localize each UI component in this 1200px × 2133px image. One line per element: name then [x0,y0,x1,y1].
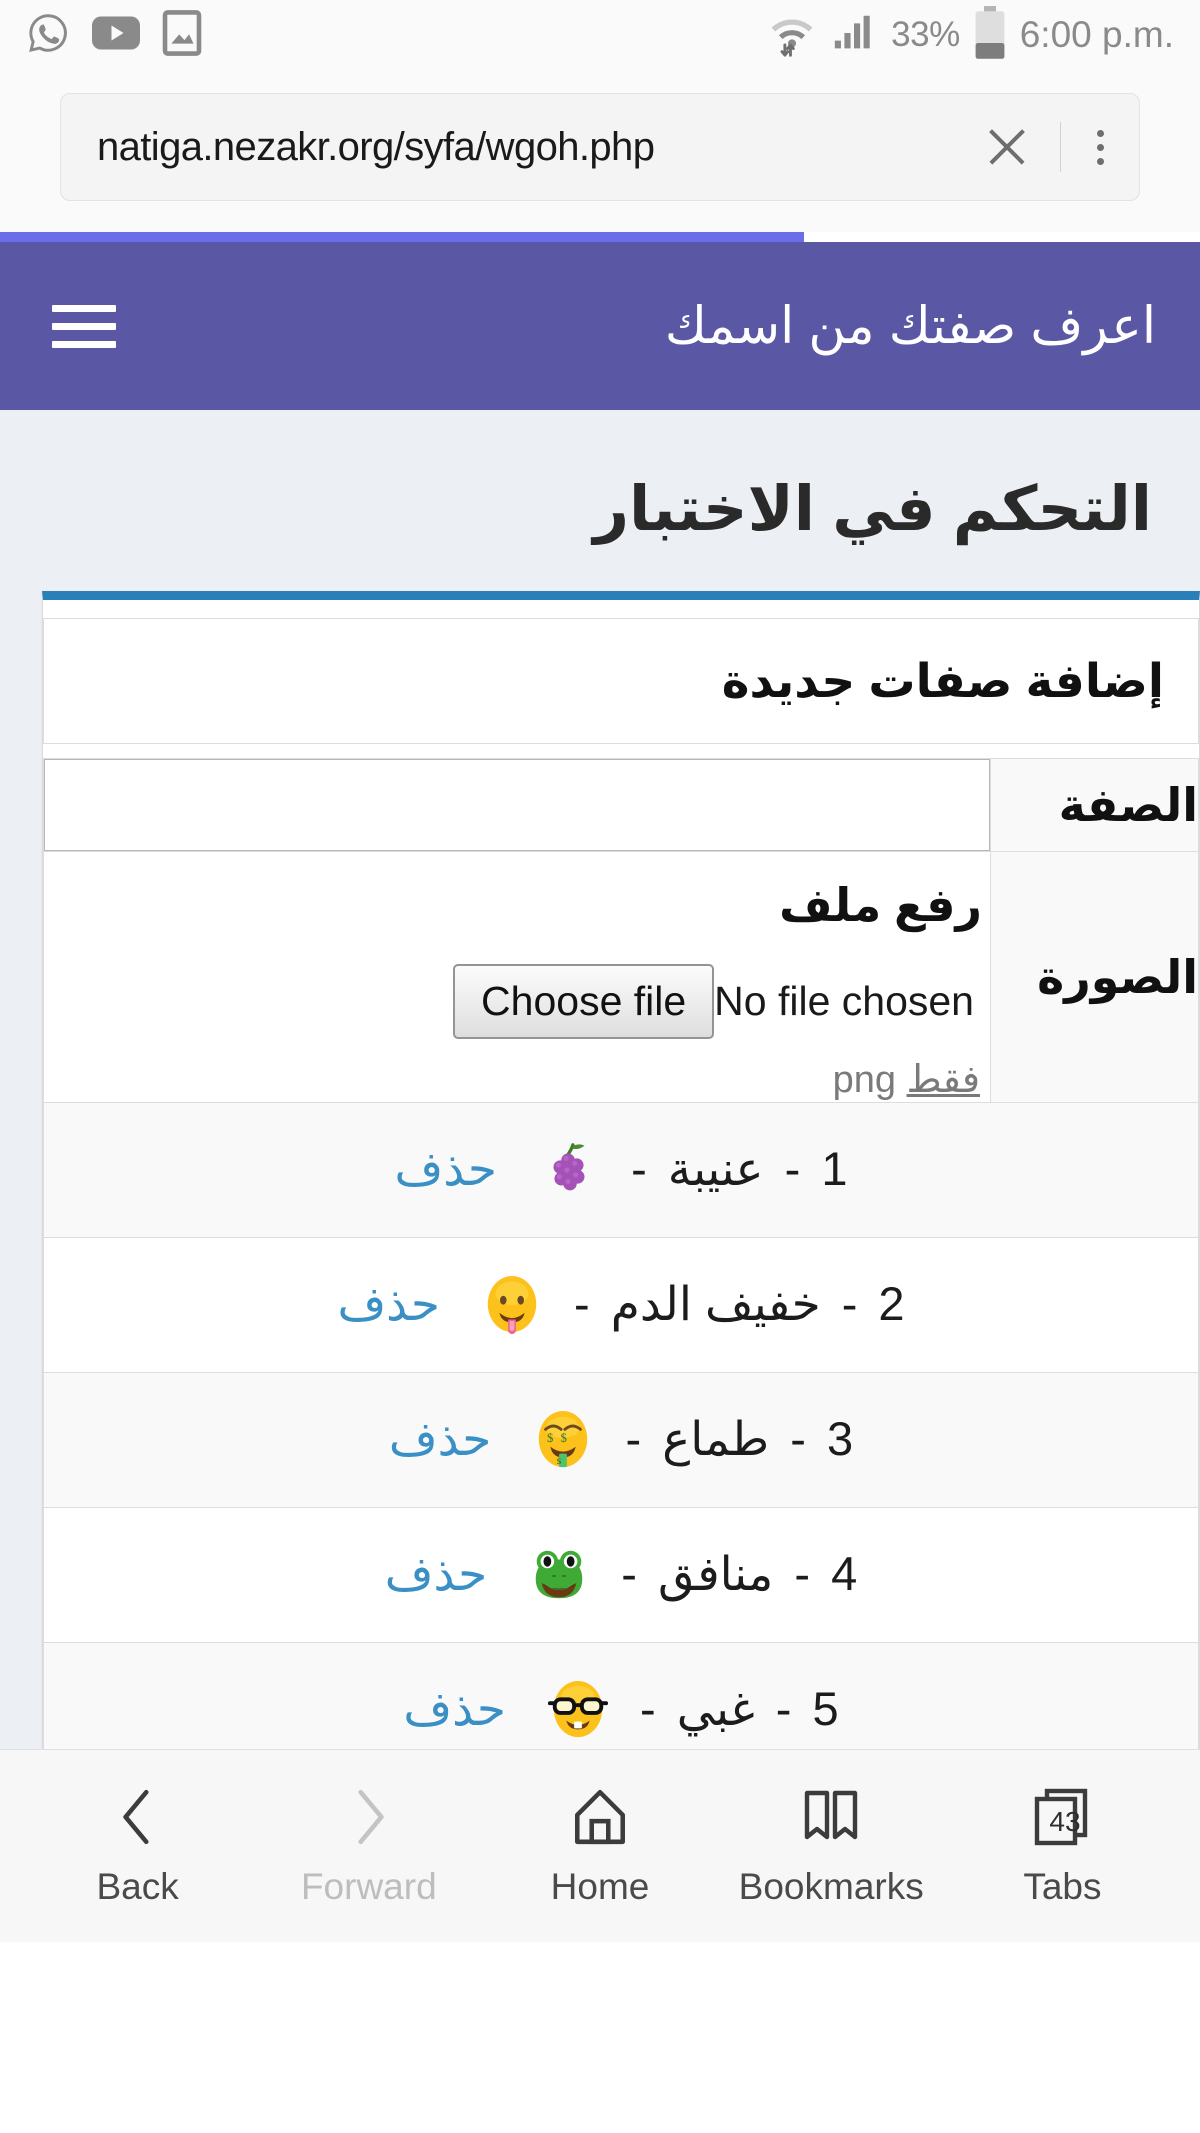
table-row: 4 - منافق - حذف [43,1508,1199,1643]
nav-bookmarks-label: Bookmarks [739,1866,924,1908]
panel-heading: إضافة صفات جديدة [43,618,1199,744]
address-bar[interactable]: natiga.nezakr.org/syfa/wgoh.php [60,93,1140,201]
trait-field-cell [44,759,991,852]
svg-text:$: $ [557,1456,562,1466]
clock-label: 6:00 p.m. [1020,14,1174,56]
choose-file-button[interactable]: Choose file [453,964,714,1039]
separator: - [640,1682,656,1735]
trait-name: طماع [662,1412,769,1465]
frog-emoji [528,1544,590,1606]
money-mouth-emoji: $ $ $ [532,1409,594,1471]
nav-back-label: Back [96,1866,178,1908]
trait-name: غبي [677,1682,755,1735]
trait-name: منافق [658,1547,773,1600]
battery-icon [974,6,1006,65]
separator: - [625,1412,641,1465]
separator: - [621,1547,637,1600]
delete-link[interactable]: حذف [403,1682,505,1735]
png-only-note: فقط png [44,1049,990,1102]
svg-text:$: $ [547,1431,553,1445]
browser-toolbar: natiga.nezakr.org/syfa/wgoh.php [0,70,1200,232]
table-row: 1 - عنيبة - حذف [43,1103,1199,1238]
tabs-icon: 43 [1033,1784,1091,1850]
separator: - [574,1277,590,1330]
trait-field-label: الصفة [991,759,1199,852]
status-bar-system-icons: 33% 6:00 p.m. [767,6,1174,65]
image-field-label: الصورة [991,852,1199,1103]
page-load-progress-fill [0,232,804,242]
delete-link[interactable]: حذف [337,1277,439,1330]
separator: - [785,1142,801,1195]
separator: - [631,1142,647,1195]
nav-home-button[interactable]: Home [484,1784,715,1908]
bookmarks-icon [801,1784,861,1850]
file-input-row[interactable]: Choose file No file chosen [44,942,990,1049]
page-load-progress [0,232,1200,242]
nav-forward-button[interactable]: Forward [253,1784,484,1908]
chevron-right-icon [344,1784,394,1850]
separator: - [776,1682,792,1735]
close-icon[interactable] [978,119,1034,175]
browser-bottom-nav: Back Forward Home Bookmarks 43 T [0,1749,1200,1942]
youtube-icon [92,15,140,56]
trait-index: 2 [878,1277,904,1330]
upload-label: رفع ملف [44,852,990,942]
battery-percent-label: 33% [891,15,960,55]
nav-tabs-button[interactable]: 43 Tabs [947,1784,1178,1908]
nav-back-button[interactable]: Back [22,1784,253,1908]
trait-field-row: الصفة [44,759,1199,852]
add-traits-panel: إضافة صفات جديدة الصفة الصورة رفع ملف Ch… [42,591,1200,1914]
svg-text:$: $ [561,1431,567,1445]
chevron-left-icon [113,1784,163,1850]
grapes-emoji [538,1139,600,1201]
wifi-icon [767,8,817,63]
add-trait-form: الصفة الصورة رفع ملف Choose file No file… [43,758,1199,1103]
web-page-viewport: اعرف صفتك من اسمك التحكم في الاختبار إضا… [0,242,1200,1942]
status-bar-notification-icons [26,10,202,61]
panel-heading-text: إضافة صفات جديدة [722,654,1164,707]
trait-name: خفيف الدم [611,1277,821,1330]
nav-forward-label: Forward [301,1866,437,1908]
no-file-chosen-label: No file chosen [714,978,974,1025]
status-bar: 33% 6:00 p.m. [0,0,1200,70]
delete-link[interactable]: حذف [385,1547,487,1600]
url-text[interactable]: natiga.nezakr.org/syfa/wgoh.php [97,125,978,170]
delete-link[interactable]: حذف [394,1142,496,1195]
trait-index: 4 [831,1547,857,1600]
tab-count-badge: 43 [1049,1806,1080,1838]
signal-icon [831,10,877,61]
site-header: اعرف صفتك من اسمك [0,242,1200,410]
table-row: 2 - خفيف الدم - حذف [43,1238,1199,1373]
separator: - [790,1412,806,1465]
trait-input[interactable] [44,759,990,851]
site-title: اعرف صفتك من اسمك [116,296,1166,356]
image-field-cell: رفع ملف Choose file No file chosen فقط p… [44,852,991,1103]
table-row: 3 - طماع - $ $ $ حذف [43,1373,1199,1508]
trait-index: 1 [821,1142,847,1195]
nav-bookmarks-button[interactable]: Bookmarks [716,1784,947,1908]
page-title: التحكم في الاختبار [0,410,1200,591]
separator: - [842,1277,858,1330]
separator: - [794,1547,810,1600]
toolbar-divider [1060,122,1061,172]
nav-home-label: Home [551,1866,650,1908]
trait-index: 5 [812,1682,838,1735]
whatsapp-icon [26,11,70,60]
image-field-row: الصورة رفع ملف Choose file No file chose… [44,852,1199,1103]
delete-link[interactable]: حذف [389,1412,491,1465]
screenshot-icon [162,10,202,61]
home-icon [571,1784,629,1850]
trait-name: عنيبة [668,1142,764,1195]
hamburger-icon[interactable] [52,305,116,348]
tongue-out-emoji [481,1274,543,1336]
trait-index: 3 [827,1412,853,1465]
overflow-menu-icon[interactable] [1083,130,1117,165]
nerd-face-emoji [547,1679,609,1741]
png-only-note-ar: فقط [907,1059,980,1101]
nav-tabs-label: Tabs [1023,1866,1101,1908]
png-only-note-en: png [833,1059,896,1101]
